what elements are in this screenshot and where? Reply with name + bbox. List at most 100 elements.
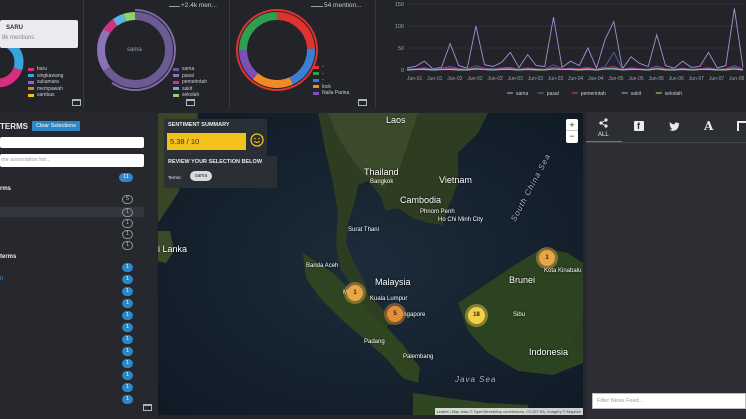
legend-label: - xyxy=(322,64,324,71)
feed-filter-placeholder: Filter News Feed... xyxy=(597,398,644,404)
count-badge: 1 xyxy=(122,323,133,332)
zoom-control: + − xyxy=(566,119,578,143)
filter-news-feed-input[interactable]: Filter News Feed... xyxy=(592,393,746,409)
count-badge: 1 xyxy=(122,383,133,392)
legend-swatch xyxy=(313,65,319,69)
legend-swatch xyxy=(313,78,319,82)
legend-item: sekolah xyxy=(173,92,207,99)
legend-label: sama xyxy=(516,91,528,97)
map-label-ho-chi-minh: Ho Chi Minh City xyxy=(438,217,484,223)
x-tick-label: Jun-01 xyxy=(407,76,423,82)
x-tick-label: Jun-03 xyxy=(548,76,564,82)
term-chip[interactable]: sama xyxy=(190,171,213,181)
map-label-cambodia: Cambodia xyxy=(400,195,442,205)
legend-item: sambas xyxy=(28,92,63,99)
legend-swatch xyxy=(313,85,319,89)
legend-swatch xyxy=(173,80,179,84)
count-badge: 1 xyxy=(122,347,133,356)
count-badge: 11 xyxy=(119,173,133,182)
map-label-thailand: Thailand xyxy=(364,167,399,177)
mentions-label: +2.4k men... xyxy=(181,2,217,9)
legend-swatch xyxy=(173,87,179,91)
legend-swatch xyxy=(173,67,179,71)
section-heading[interactable]: rms xyxy=(0,186,11,192)
map-label-palembang: Palembang xyxy=(403,354,434,360)
review-selection-card: REVIEW YOUR SELECTION BELOW Terms: sama xyxy=(164,156,277,188)
count-badge: 1 xyxy=(122,219,133,228)
x-tick-label: Jun-04 xyxy=(588,76,604,82)
map-label-vietnam: Vietnam xyxy=(439,175,472,185)
map-label-brunei: Brunei xyxy=(509,275,536,285)
sentiment-title: SENTIMENT SUMMARY xyxy=(168,122,230,128)
share-icon xyxy=(599,118,608,128)
sidebar-title: TERMS xyxy=(0,122,28,131)
y-tick-label: 0 xyxy=(401,68,404,74)
terms-label: Terms: xyxy=(168,175,182,180)
count-badge: 1 xyxy=(122,299,133,308)
legend-label: sakit xyxy=(631,91,642,97)
search-input[interactable] xyxy=(0,137,144,148)
panel-sama: +2.4k men... sama sama pasal pemerintah … xyxy=(85,0,230,108)
legend-swatch xyxy=(313,72,319,76)
count-badge: 1 xyxy=(122,371,133,380)
expand-icon[interactable] xyxy=(72,99,81,106)
legend-label: baru xyxy=(37,66,48,73)
tab-text[interactable]: A xyxy=(704,119,713,133)
legend-label: pasal xyxy=(547,91,559,97)
x-tick-label: Jun-08 xyxy=(729,76,745,82)
map-cluster-marker[interactable]: 18 xyxy=(468,307,485,324)
map-label-indonesia: Indonesia xyxy=(529,347,569,357)
map-attribution: Leaflet | Map data © OpenStreetMap contr… xyxy=(434,408,583,415)
leader-line xyxy=(169,6,180,7)
map-cluster-marker[interactable]: 1 xyxy=(347,285,363,301)
legend-swatch xyxy=(28,67,34,71)
zoom-in-button[interactable]: + xyxy=(566,119,578,131)
mentions-label: 54 mention... xyxy=(324,2,362,9)
map-label-padang: Padang xyxy=(364,339,385,345)
count-badge: 1 xyxy=(122,263,133,272)
panel-saru: SARU 8k mentions baru singkawang sukamar… xyxy=(0,0,84,108)
zoom-out-button[interactable]: − xyxy=(566,131,578,143)
legend-label: sakit xyxy=(182,85,193,92)
tab-all[interactable]: ALL xyxy=(586,112,622,142)
map-label-kota-kinabalu: Kota Kinabalu xyxy=(544,268,582,274)
sentiment-score: 5.38 / 10 xyxy=(170,137,200,146)
count-badge: 1 xyxy=(122,287,133,296)
donut-center-label: sama xyxy=(127,47,142,53)
feed-tabs: ALL f A xyxy=(586,112,746,142)
tab-facebook[interactable]: f xyxy=(634,121,644,131)
legend-label: mempawah xyxy=(37,85,63,92)
series-line-pasal xyxy=(406,51,744,70)
x-tick-label: Jun-02 xyxy=(447,76,463,82)
expand-icon[interactable] xyxy=(143,404,152,411)
map-label-surat-thani: Surat Thani xyxy=(348,227,379,233)
map-label-java-sea: Java Sea xyxy=(455,375,497,384)
expand-icon[interactable] xyxy=(186,99,195,106)
review-title: REVIEW YOUR SELECTION BELOW xyxy=(168,159,263,165)
legend-label: singkawang xyxy=(37,72,64,79)
legend-swatch xyxy=(313,91,319,95)
tab-overflow-icon[interactable] xyxy=(737,121,746,131)
map-cluster-marker[interactable]: 1 xyxy=(539,250,555,266)
count-badge: 1 xyxy=(122,395,133,404)
section-heading[interactable]: terms xyxy=(0,254,16,260)
association-filter-input[interactable]: me association list... xyxy=(0,154,144,167)
filter-placeholder: me association list... xyxy=(1,157,51,163)
expand-icon[interactable] xyxy=(358,99,367,106)
legend-swatch xyxy=(28,93,34,97)
twitter-icon[interactable] xyxy=(669,122,680,131)
x-tick-label: Jun-02 xyxy=(467,76,483,82)
map[interactable]: Laos Thailand Vietnam Cambodia i Lanka M… xyxy=(158,113,583,415)
legend-label: Naila Parina xyxy=(322,90,350,97)
legend-sama: sama pasal pemerintah sakit sekolah xyxy=(173,66,207,99)
term-link[interactable]: n xyxy=(0,276,3,282)
tab-all-label: ALL xyxy=(598,132,609,138)
x-tick-label: Jun-05 xyxy=(628,76,644,82)
clear-selections-button[interactable]: Clear Selections xyxy=(32,121,81,131)
count-badge: 1 xyxy=(122,230,133,239)
map-label-laos: Laos xyxy=(386,115,406,125)
map-cluster-marker[interactable]: 5 xyxy=(387,306,403,322)
y-tick-label: 100 xyxy=(395,24,404,30)
count-badge: 5 xyxy=(122,195,133,204)
tooltip-saru: SARU 8k mentions xyxy=(0,20,78,48)
